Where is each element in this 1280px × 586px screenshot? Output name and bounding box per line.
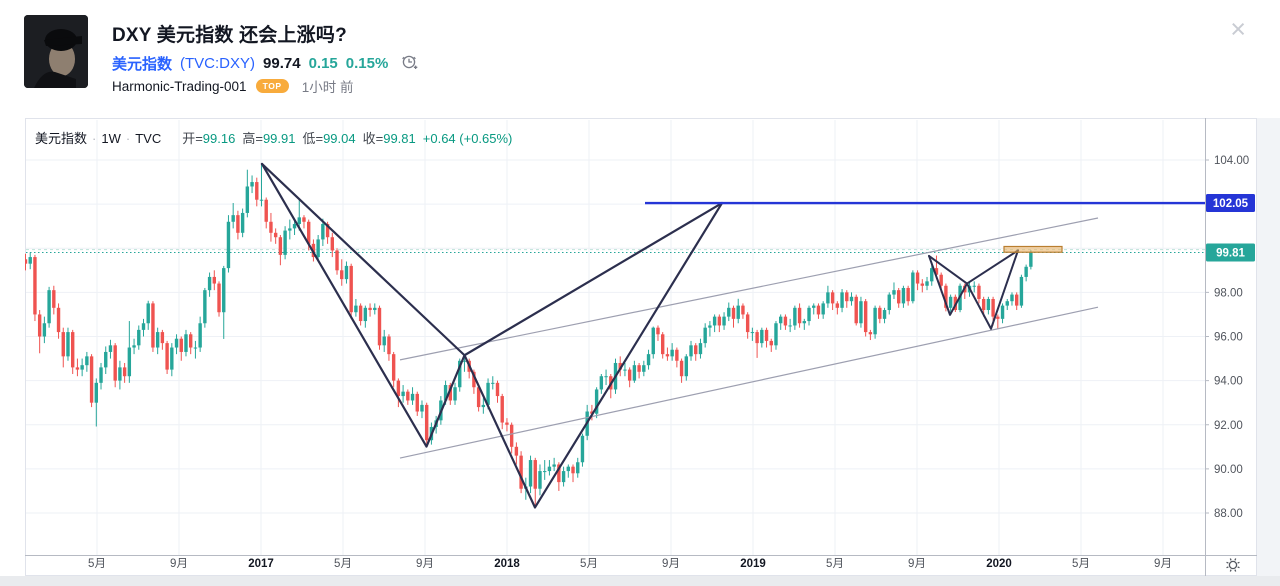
x-axis-tick: 5月 (580, 558, 598, 570)
time-ago: 1小时 前 (301, 80, 354, 95)
x-axis-tick: 2017 (248, 558, 274, 570)
legend-high-label: 高= (242, 131, 263, 146)
legend-change: +0.64 (+0.65%) (422, 131, 513, 146)
symbol-change: 0.15 (308, 55, 338, 72)
symbol-link[interactable]: 美元指数 (112, 53, 172, 74)
target-zone-box[interactable] (1003, 245, 1063, 253)
legend-close: 99.81 (383, 131, 416, 146)
axis-settings-gear-icon[interactable] (1226, 558, 1240, 572)
legend-open: 99.16 (202, 131, 236, 146)
xabcd-pattern-small[interactable] (928, 249, 1019, 330)
y-axis-tick: 98.00 (1214, 287, 1243, 299)
alert-clock-icon[interactable] (400, 52, 419, 75)
x-axis-tick: 5月 (826, 558, 844, 570)
legend-low: 99.04 (323, 131, 356, 146)
x-axis-tick: 9月 (416, 558, 434, 570)
y-axis-tick: 96.00 (1214, 332, 1243, 344)
symbol-ticker[interactable]: (TVC:DXY) (180, 55, 255, 72)
price-label-text: 102.05 (1213, 198, 1249, 210)
page-bottom-strip (0, 576, 1280, 586)
price-label-text: 99.81 (1216, 247, 1245, 259)
y-axis-tick: 88.00 (1214, 508, 1243, 520)
x-axis-tick: 9月 (1154, 558, 1172, 570)
right-margin (1257, 118, 1280, 576)
y-axis-tick: 90.00 (1214, 464, 1243, 476)
x-axis-tick: 5月 (334, 558, 352, 570)
legend-low-label: 低= (302, 131, 324, 146)
x-axis-tick: 9月 (170, 558, 188, 570)
avatar-photo (24, 15, 88, 88)
x-axis-tick: 2019 (740, 558, 766, 570)
page-title: DXY 美元指数 还会上涨吗? (112, 25, 347, 46)
x-axis-tick: 9月 (662, 558, 680, 570)
chart-legend: 美元指数 · 1W · TVC 开=99.16 高=99.91 低=99.04 收=99.81 +… (35, 131, 513, 146)
avatar[interactable] (24, 15, 88, 88)
legend-interval: 1W (101, 131, 121, 146)
y-axis-tick: 94.00 (1214, 376, 1243, 388)
x-axis-tick: 5月 (1072, 558, 1090, 570)
legend-exchange: TVC (135, 131, 162, 146)
candles (25, 163, 1033, 508)
x-axis-tick: 9月 (908, 558, 926, 570)
symbol-change-pct: 0.15% (345, 55, 389, 72)
trend-channel-line[interactable] (399, 217, 1099, 361)
tradingview-idea-page: DXY 美元指数 还会上涨吗? 美元指数 (TVC:DXY) 99.74 0.1… (0, 0, 1280, 586)
y-axis-tick: 104.00 (1214, 155, 1249, 167)
legend-symbol: 美元指数 (35, 131, 88, 146)
x-axis-tick: 5月 (88, 558, 106, 570)
chart-card: 104.00 98.00 96.00 94.00 92.00 90.00 88.00 102.… (25, 118, 1257, 576)
legend-close-label: 收= (362, 131, 384, 146)
author-link[interactable]: Harmonic-Trading-001 (112, 79, 247, 94)
top-badge: TOP (255, 79, 289, 93)
x-axis-tick: 2018 (494, 558, 520, 570)
legend-open-label: 开= (182, 131, 203, 146)
symbol-price: 99.74 (263, 55, 301, 72)
idea-header: DXY 美元指数 还会上涨吗? 美元指数 (TVC:DXY) 99.74 0.1… (0, 0, 1280, 118)
symbol-row: 美元指数 (TVC:DXY) 99.74 0.15 0.15% (112, 52, 419, 75)
author-row: Harmonic-Trading-001 TOP 1小时 前 (112, 76, 353, 96)
chart-canvas[interactable]: 104.00 98.00 96.00 94.00 92.00 90.00 88.00 102.… (25, 118, 1257, 576)
close-icon[interactable]: × (1230, 16, 1246, 43)
x-axis-tick: 2020 (986, 558, 1012, 570)
legend-high: 99.91 (262, 131, 296, 146)
y-axis-tick: 92.00 (1214, 420, 1243, 432)
